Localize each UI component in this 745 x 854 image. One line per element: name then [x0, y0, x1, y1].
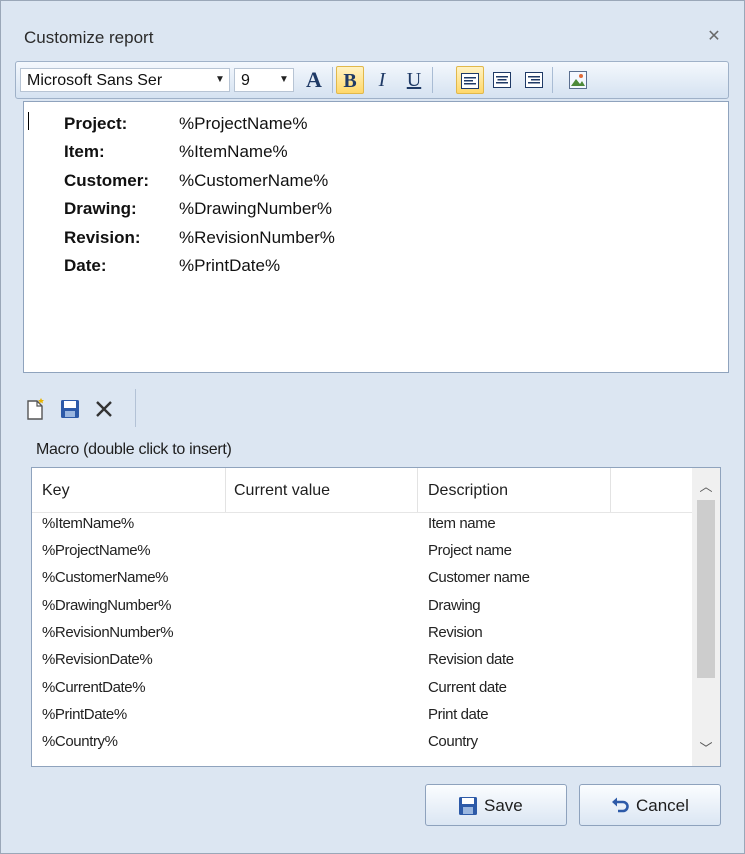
- column-header-description[interactable]: Description: [428, 482, 508, 500]
- align-right-icon: [525, 72, 543, 88]
- editor-key: Customer:: [64, 171, 150, 190]
- cancel-button-label: Cancel: [636, 796, 689, 815]
- macro-description: Project name: [428, 542, 512, 559]
- macro-description: Revision date: [428, 651, 514, 668]
- macro-key: %RevisionNumber%: [42, 624, 174, 641]
- font-color-button[interactable]: A: [300, 66, 328, 94]
- macro-description: Country: [428, 733, 478, 750]
- template-toolbar: [15, 389, 139, 427]
- chevron-up-icon[interactable]: ︿: [692, 474, 720, 500]
- macro-key: %ProjectName%: [42, 542, 151, 559]
- macro-description: Print date: [428, 706, 489, 723]
- macro-key: %DrawingNumber%: [42, 597, 172, 614]
- editor-value: %ProjectName%: [179, 114, 308, 133]
- table-row[interactable]: %RevisionDate% Revision date: [32, 647, 692, 674]
- scrollbar-thumb[interactable]: [697, 500, 715, 678]
- font-size-value: 9: [241, 72, 250, 89]
- macro-table: Key Current value Description %ItemName%…: [31, 467, 721, 767]
- macro-key: %CurrentDate%: [42, 679, 146, 696]
- font-size-combo[interactable]: 9 ▼: [234, 68, 294, 92]
- window-title: Customize report: [24, 28, 154, 47]
- macro-key: %Country%: [42, 733, 118, 750]
- editor-value: %RevisionNumber%: [179, 228, 335, 247]
- editor-key: Date:: [64, 256, 107, 275]
- table-row[interactable]: %PrintDate% Print date: [32, 702, 692, 729]
- editor-key: Drawing:: [64, 199, 137, 218]
- toolbar-separator: [135, 389, 136, 427]
- report-header-editor[interactable]: Project: %ProjectName% Item: %ItemName% …: [23, 101, 729, 373]
- new-template-button[interactable]: [25, 393, 53, 423]
- insert-picture-button[interactable]: [564, 66, 592, 94]
- delete-x-icon: [96, 401, 112, 417]
- editor-key: Item:: [64, 142, 105, 161]
- font-name-combo[interactable]: Microsoft Sans Ser ▼: [20, 68, 230, 92]
- align-center-icon: [493, 72, 511, 88]
- table-row[interactable]: %Country% Country: [32, 729, 692, 756]
- italic-button[interactable]: I: [368, 66, 396, 94]
- editor-key: Revision:: [64, 228, 141, 247]
- new-document-icon: [27, 398, 44, 420]
- table-row[interactable]: %ProjectName% Project name: [32, 538, 692, 565]
- floppy-disk-icon: [61, 400, 79, 418]
- undo-arrow-icon: [612, 797, 629, 813]
- toolbar-separator: [432, 67, 433, 93]
- bold-button[interactable]: B: [336, 66, 364, 94]
- save-template-button[interactable]: [59, 393, 87, 423]
- underline-button[interactable]: U: [400, 66, 428, 94]
- editor-key: Project:: [64, 114, 128, 133]
- customize-report-dialog: Customize report ✕ Microsoft Sans Ser ▼ …: [0, 0, 745, 854]
- table-row[interactable]: %RevisionNumber% Revision: [32, 620, 692, 647]
- close-icon[interactable]: ✕: [705, 28, 723, 46]
- column-divider[interactable]: [610, 468, 611, 512]
- macro-table-header: Key Current value Description: [32, 468, 692, 513]
- table-row[interactable]: %CurrentDate% Current date: [32, 675, 692, 702]
- table-row[interactable]: %DrawingNumber% Drawing: [32, 593, 692, 620]
- macro-description: Item name: [428, 515, 496, 532]
- macro-key: %RevisionDate%: [42, 651, 153, 668]
- column-header-key[interactable]: Key: [42, 482, 70, 500]
- macro-key: %ItemName%: [42, 515, 134, 532]
- chevron-down-icon[interactable]: ﹀: [692, 736, 720, 762]
- editor-value: %CustomerName%: [179, 171, 329, 190]
- save-button-label: Save: [484, 796, 523, 815]
- save-button[interactable]: Save: [425, 784, 567, 826]
- editor-value: %PrintDate%: [179, 256, 281, 275]
- chevron-down-icon[interactable]: ▼: [276, 70, 292, 90]
- text-caret: [28, 112, 29, 130]
- macro-description: Current date: [428, 679, 507, 696]
- toolbar-separator: [552, 67, 553, 93]
- macro-description: Revision: [428, 624, 483, 641]
- editor-value: %DrawingNumber%: [179, 199, 333, 218]
- macro-label: Macro (double click to insert): [36, 441, 232, 458]
- align-left-icon: [461, 73, 479, 89]
- macro-key: %CustomerName%: [42, 569, 169, 586]
- toolbar-separator: [332, 67, 333, 93]
- font-name-value: Microsoft Sans Ser: [27, 72, 163, 89]
- title-bar: Customize report ✕: [1, 1, 744, 53]
- align-right-button[interactable]: [520, 66, 548, 94]
- align-left-button[interactable]: [456, 66, 484, 94]
- vertical-scrollbar[interactable]: ︿ ﹀: [692, 468, 720, 766]
- column-header-current-value[interactable]: Current value: [234, 482, 330, 500]
- picture-icon: [569, 71, 587, 89]
- table-row[interactable]: %CustomerName% Customer name: [32, 565, 692, 592]
- editor-value: %ItemName%: [179, 142, 288, 161]
- floppy-disk-icon: [459, 797, 477, 815]
- align-center-button[interactable]: [488, 66, 516, 94]
- delete-template-button[interactable]: [93, 393, 121, 423]
- macro-description: Customer name: [428, 569, 530, 586]
- macro-key: %PrintDate%: [42, 706, 127, 723]
- column-divider[interactable]: [417, 468, 418, 512]
- column-divider[interactable]: [225, 468, 226, 512]
- table-row[interactable]: %ItemName% Item name: [32, 511, 692, 538]
- chevron-down-icon[interactable]: ▼: [212, 70, 228, 90]
- macro-description: Drawing: [428, 597, 481, 614]
- cancel-button[interactable]: Cancel: [579, 784, 721, 826]
- format-toolbar: Microsoft Sans Ser ▼ 9 ▼ A B I U: [15, 61, 729, 99]
